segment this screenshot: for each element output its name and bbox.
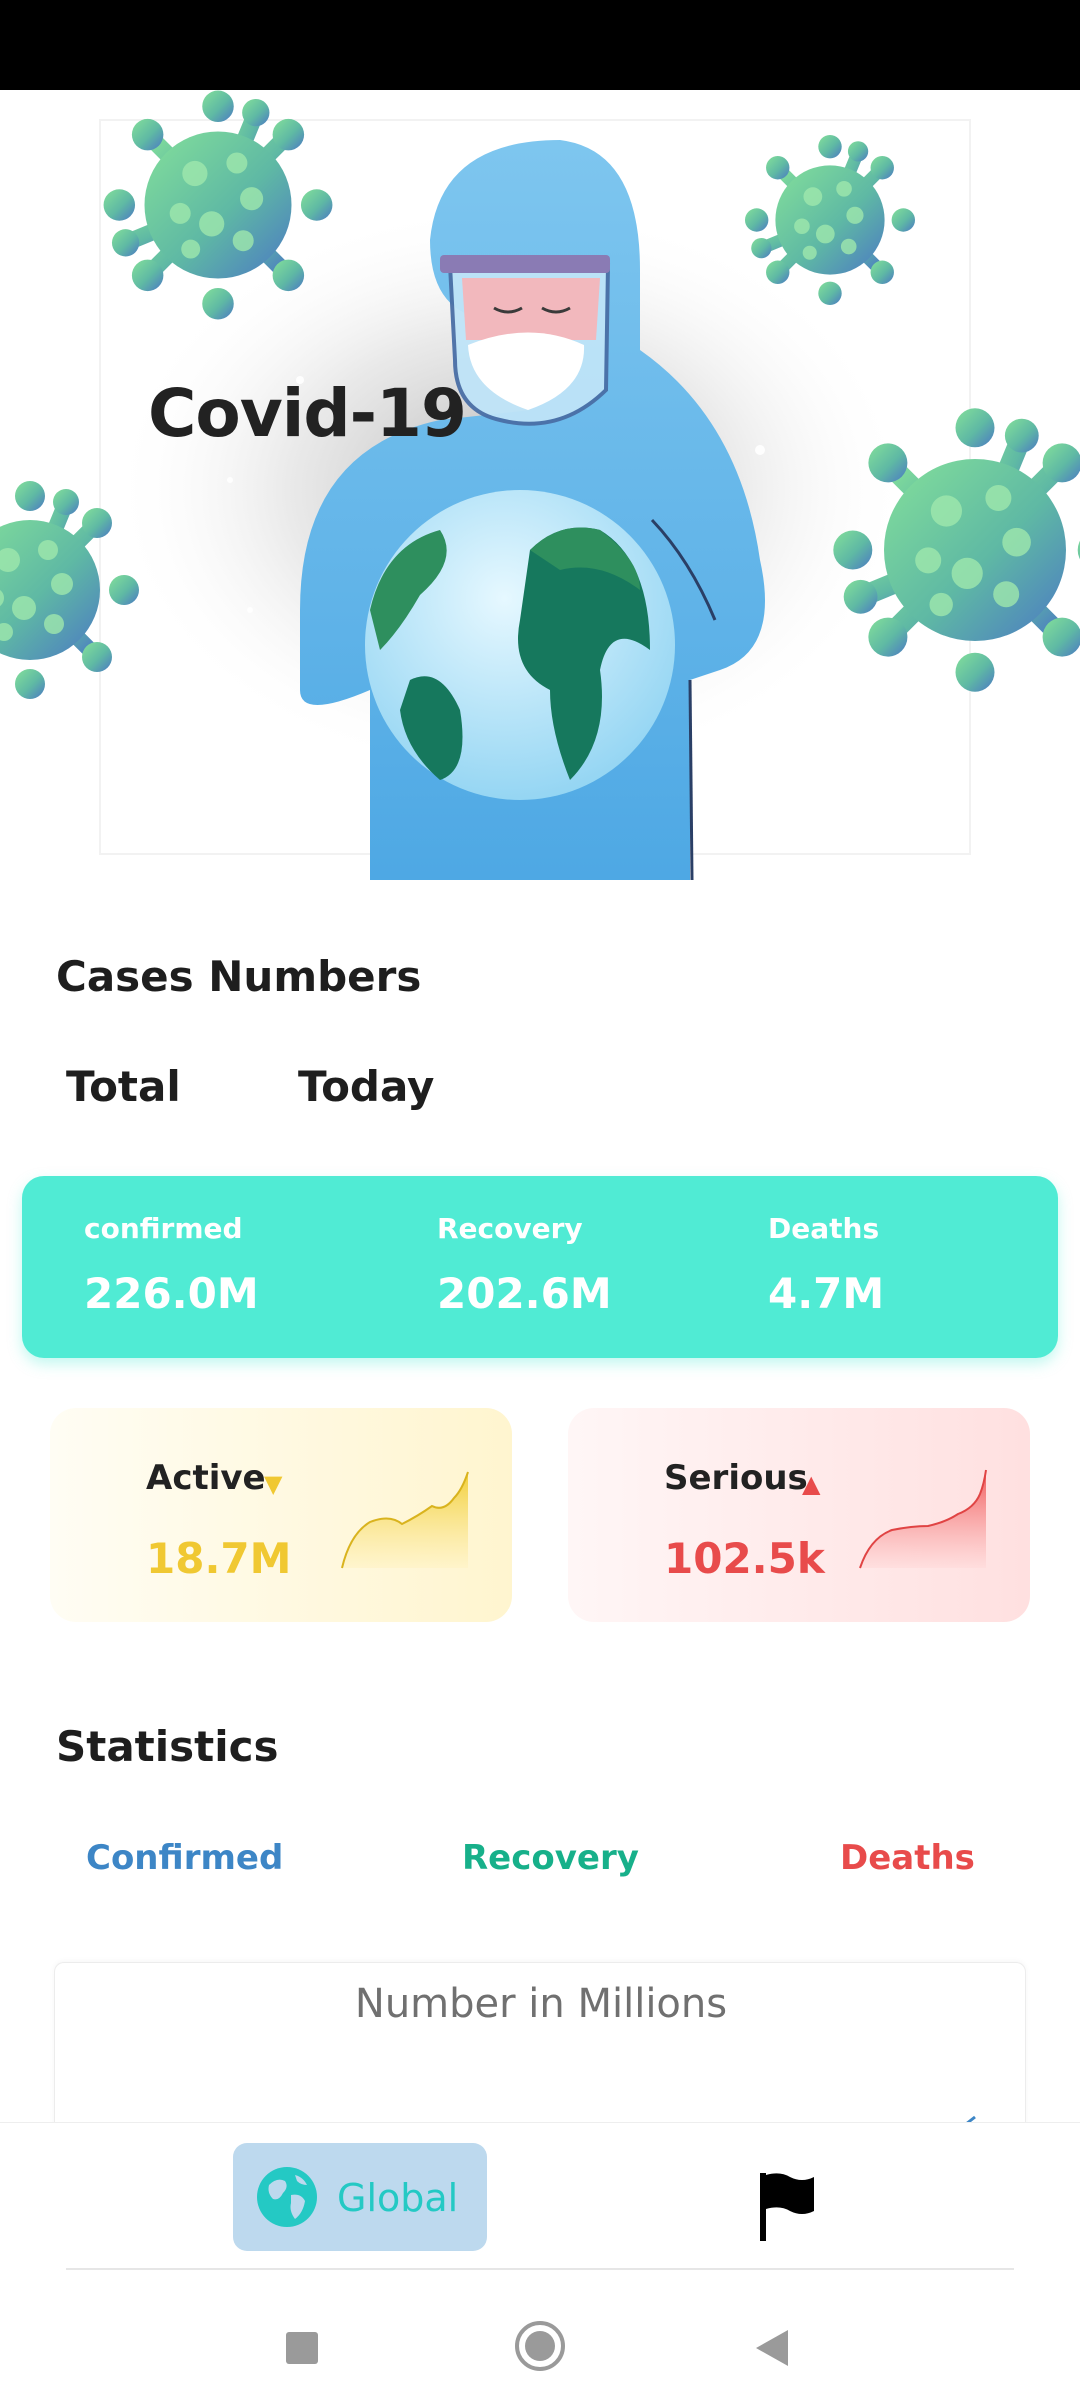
active-trend-chart	[341, 1471, 469, 1569]
recovery-stat: Recovery 202.6M	[437, 1212, 612, 1318]
hero-illustration: Covid-19	[0, 90, 1080, 900]
deaths-stat: Deaths 4.7M	[768, 1212, 884, 1318]
confirmed-value: 226.0M	[84, 1269, 259, 1318]
chart-title: Number in Millions	[354, 1981, 728, 2027]
tab-deaths[interactable]: Deaths	[840, 1838, 975, 1878]
active-label: Active	[146, 1458, 266, 1498]
tab-recovery[interactable]: Recovery	[462, 1838, 639, 1878]
flag-icon[interactable]	[756, 2171, 818, 2243]
nav-global-button[interactable]: Global	[233, 2143, 487, 2251]
globe-icon	[257, 2167, 317, 2227]
serious-label: Serious	[664, 1458, 808, 1498]
confirmed-label: confirmed	[84, 1212, 243, 1245]
summary-card: confirmed 226.0M Recovery 202.6M Deaths …	[22, 1176, 1058, 1358]
deaths-label: Deaths	[768, 1212, 880, 1245]
tab-today[interactable]: Today	[298, 1062, 434, 1111]
tab-total[interactable]: Total	[66, 1062, 181, 1111]
home-button[interactable]	[514, 2320, 566, 2372]
hero-title: Covid-19	[148, 375, 467, 452]
serious-card[interactable]: Serious ▲ 102.5k	[568, 1408, 1030, 1622]
deaths-value: 4.7M	[768, 1269, 885, 1318]
bottom-navigation: Global	[0, 2122, 1080, 2268]
nav-global-label: Global	[337, 2176, 459, 2220]
up-arrow-icon: ▲	[802, 1470, 821, 1498]
down-arrow-icon: ▼	[264, 1470, 283, 1498]
active-card[interactable]: Active ▼ 18.7M	[50, 1408, 512, 1622]
cases-section-title: Cases Numbers	[56, 952, 422, 1001]
serious-trend-chart	[859, 1469, 987, 1569]
serious-value: 102.5k	[664, 1534, 825, 1583]
confirmed-stat: confirmed 226.0M	[84, 1212, 259, 1318]
statistics-section-title: Statistics	[56, 1722, 279, 1771]
back-button[interactable]	[754, 2328, 790, 2368]
recovery-label: Recovery	[437, 1212, 583, 1245]
active-value: 18.7M	[146, 1534, 292, 1583]
status-bar	[0, 0, 1080, 90]
tab-confirmed[interactable]: Confirmed	[86, 1838, 283, 1878]
recovery-value: 202.6M	[437, 1269, 612, 1318]
hero-art	[0, 90, 1080, 881]
recent-apps-button[interactable]	[286, 2332, 318, 2364]
system-navigation-bar	[0, 2270, 1080, 2400]
